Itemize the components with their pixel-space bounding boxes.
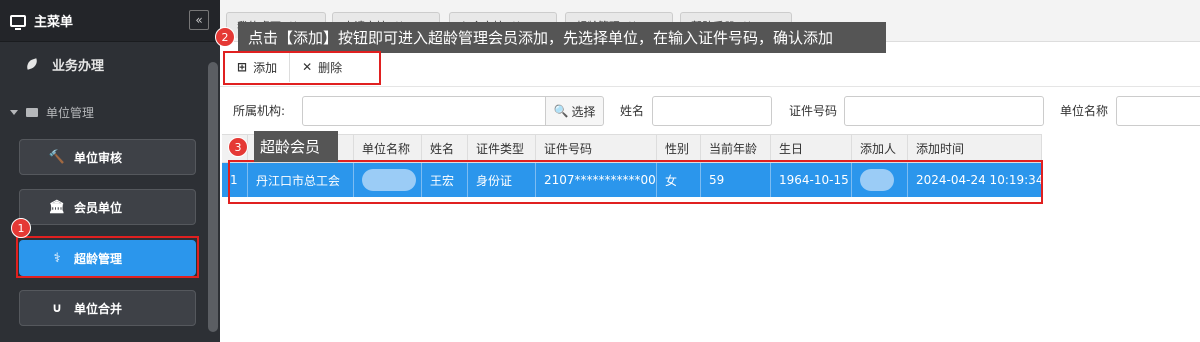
select-org-button[interactable]: 🔍 选择 [545,96,604,126]
sidebar-item-label: 单位审核 [74,150,123,165]
sidebar-group-label: 单位管理 [46,106,95,120]
sidebar-item-label: 业务办理 [52,58,105,74]
collapse-sidebar-icon[interactable]: « [189,10,209,30]
sidebar-item-business[interactable]: 业务办理 [0,44,205,84]
header-cell[interactable]: 生日 [771,135,852,162]
step-badge-3: 3 [228,137,248,157]
leaf-icon [24,58,40,70]
gavel-icon: 🔨 [48,149,66,165]
header-cell[interactable]: 证件号码 [536,135,657,162]
header-cell[interactable]: 性别 [657,135,701,162]
sidebar-title: 主菜单 [34,15,74,30]
sidebar-header: 主菜单 [0,0,220,42]
sidebar-item-unit-review[interactable]: 🔨 单位审核 [19,139,196,175]
monitor-icon [10,14,26,30]
sidebar-item-label: 单位合并 [74,301,123,316]
header-cell[interactable]: 添加人 [852,135,908,162]
name-label: 姓名 [620,104,645,118]
header-cell[interactable]: 证件类型 [468,135,536,162]
sidebar-scrollbar[interactable] [208,62,218,332]
search-form: 所属机构: 🔍 选择 姓名 证件号码 单位名称 [220,94,1200,126]
bank-icon: 🏛 [48,199,66,215]
annotation-tooltip-step3: 超龄会员 [254,131,338,162]
name-input[interactable] [652,96,772,126]
header-cell[interactable]: 单位名称 [354,135,422,162]
caret-down-icon [10,110,18,115]
search-icon: 🔍 [553,104,569,118]
step-badge-1: 1 [11,218,31,238]
unit-name-label: 单位名称 [1060,104,1109,118]
annotation-highlight-sidebar [16,236,199,278]
sidebar-item-member-units[interactable]: 🏛 会员单位 [19,189,196,225]
id-number-input[interactable] [844,96,1044,126]
org-input[interactable] [302,96,546,126]
sidebar-item-label: 会员单位 [74,200,123,215]
annotation-highlight-row [228,160,1043,204]
divider [220,86,1200,87]
magnet-icon: ∪ [51,300,63,316]
sidebar-item-unit-merge[interactable]: ∪ 单位合并 [19,290,196,326]
annotation-tooltip-step2: 点击【添加】按钮即可进入超龄管理会员添加，先选择单位，在输入证件号码，确认添加 [238,22,886,53]
grid-header: 单位名称 姓名 证件类型 证件号码 性别 当前年龄 生日 添加人 添加时间 [222,134,1042,163]
unit-name-input[interactable] [1116,96,1200,126]
header-cell[interactable]: 添加时间 [908,135,1042,162]
header-cell[interactable]: 姓名 [422,135,468,162]
annotation-highlight-toolbar [223,51,381,85]
step-badge-2: 2 [215,27,235,47]
org-label: 所属机构: [233,104,286,118]
folder-open-icon [26,108,38,117]
sidebar-group-unit-management[interactable]: 单位管理 [10,104,94,121]
select-button-label: 选择 [571,104,596,119]
header-cell[interactable]: 当前年龄 [701,135,771,162]
id-number-label: 证件号码 [789,104,838,118]
sidebar: 主菜单 « 业务办理 单位管理 🔨 单位审核 🏛 会员单位 ⚕ 超龄管理 ∪ 单… [0,0,220,342]
